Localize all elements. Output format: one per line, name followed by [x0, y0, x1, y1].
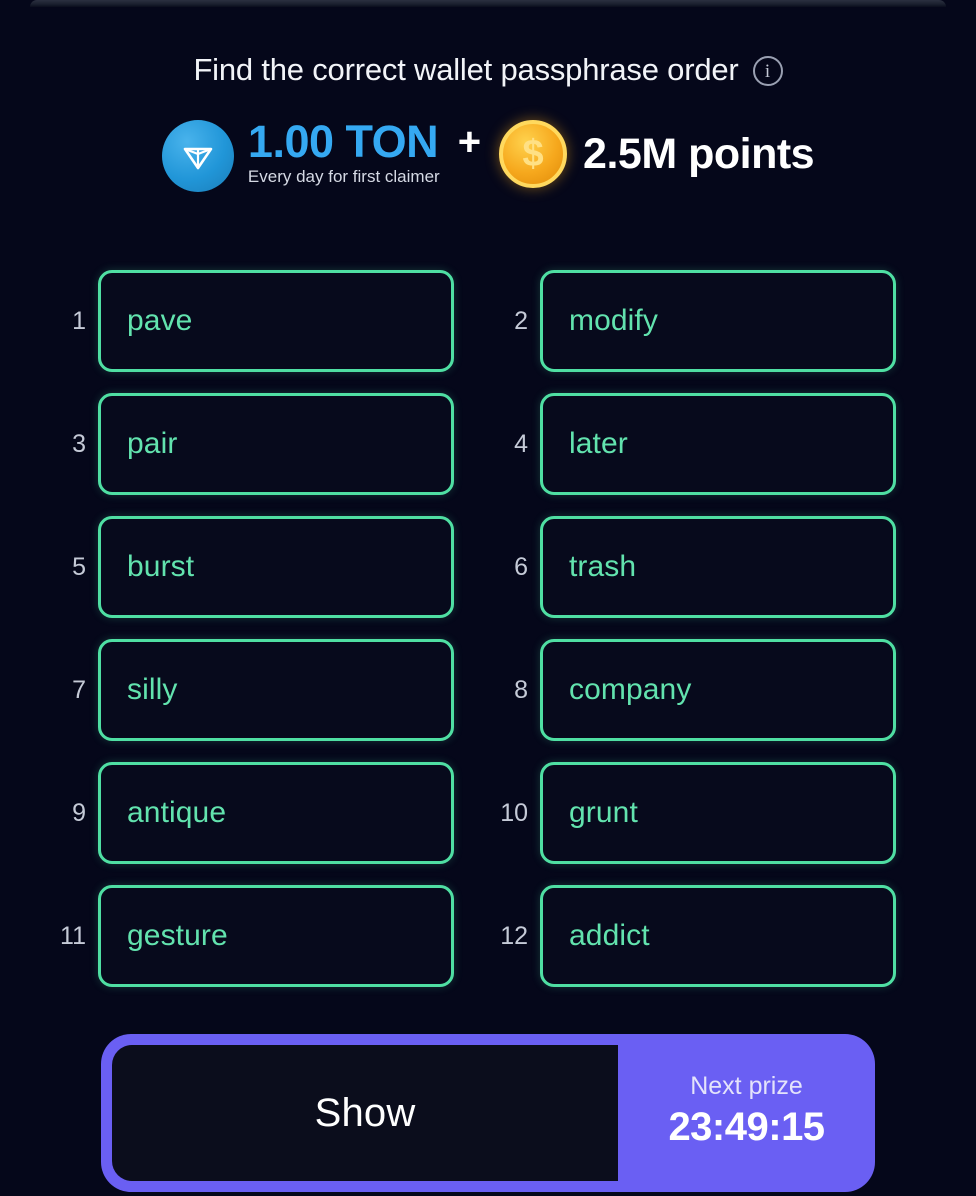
word-label: addict: [569, 919, 650, 952]
word-label: pave: [127, 304, 193, 337]
word-label: pair: [127, 427, 178, 460]
plus-separator: +: [457, 120, 482, 164]
word-tile[interactable]: company: [540, 639, 896, 741]
show-button[interactable]: Show: [112, 1045, 618, 1181]
word-index: 9: [72, 798, 86, 827]
word-tile[interactable]: later: [540, 393, 896, 495]
next-prize-label: Next prize: [690, 1072, 803, 1100]
word-index: 7: [72, 675, 86, 704]
ton-amount: 1.00 TON: [247, 116, 439, 167]
word-index: 6: [514, 552, 528, 581]
info-icon-glyph: i: [764, 60, 771, 82]
next-prize-panel[interactable]: Next prize 23:49:15: [618, 1034, 875, 1192]
word-label: silly: [127, 673, 178, 706]
word-tile[interactable]: silly: [98, 639, 454, 741]
word-tile[interactable]: antique: [98, 762, 454, 864]
word-tile[interactable]: pave: [98, 270, 454, 372]
word-label: gesture: [127, 919, 228, 952]
word-tile[interactable]: grunt: [540, 762, 896, 864]
passphrase-word-grid: 1 pave 2 modify 3 pair 4 later 5 burst 6…: [0, 270, 976, 987]
word-tile[interactable]: modify: [540, 270, 896, 372]
word-label: antique: [127, 796, 227, 829]
coin-icon-glyph: $: [522, 133, 544, 175]
word-tile[interactable]: pair: [98, 393, 454, 495]
panel-top-edge: [30, 0, 946, 7]
word-label: modify: [569, 304, 658, 337]
page-title: Find the correct wallet passphrase order: [193, 52, 739, 87]
points-prize-block: $ 2.5M points: [499, 120, 815, 188]
ton-amount-column: 1.00 TON Every day for first claimer: [248, 118, 440, 187]
word-cell: 3 pair: [46, 393, 488, 495]
word-index: 1: [72, 306, 86, 335]
header: Find the correct wallet passphrase order…: [0, 52, 976, 88]
word-cell: 12 addict: [488, 885, 930, 987]
word-index: 3: [72, 429, 86, 458]
prize-summary: 1.00 TON Every day for first claimer + $…: [0, 118, 976, 192]
word-cell: 8 company: [488, 639, 930, 741]
word-cell: 10 grunt: [488, 762, 930, 864]
word-index: 8: [514, 675, 528, 704]
ton-logo-icon: [161, 120, 234, 192]
word-tile[interactable]: gesture: [98, 885, 454, 987]
word-index: 2: [514, 306, 528, 335]
bottom-action-bar: Show Next prize 23:49:15: [101, 1034, 875, 1192]
coin-icon: $: [499, 120, 568, 188]
word-cell: 4 later: [488, 393, 930, 495]
word-cell: 2 modify: [488, 270, 930, 372]
ton-prize-block: 1.00 TON Every day for first claimer: [161, 118, 440, 192]
info-icon[interactable]: i: [752, 56, 783, 86]
word-label: later: [569, 427, 628, 460]
word-tile[interactable]: burst: [98, 516, 454, 618]
word-tile[interactable]: trash: [540, 516, 896, 618]
word-cell: 6 trash: [488, 516, 930, 618]
word-tile[interactable]: addict: [540, 885, 896, 987]
word-cell: 9 antique: [46, 762, 488, 864]
show-button-label: Show: [314, 1090, 416, 1135]
word-index: 12: [500, 921, 528, 950]
word-cell: 7 silly: [46, 639, 488, 741]
next-prize-timer: 23:49:15: [668, 1105, 825, 1149]
word-cell: 1 pave: [46, 270, 488, 372]
passphrase-game-screen: Find the correct wallet passphrase order…: [0, 0, 976, 1196]
word-label: grunt: [569, 796, 638, 829]
word-index: 4: [514, 429, 528, 458]
word-label: company: [569, 673, 692, 706]
word-index: 11: [60, 921, 86, 950]
points-amount: 2.5M points: [583, 129, 815, 178]
word-label: burst: [127, 550, 195, 583]
word-cell: 11 gesture: [46, 885, 488, 987]
ton-subtitle: Every day for first claimer: [247, 167, 440, 187]
word-index: 5: [72, 552, 86, 581]
word-index: 10: [500, 798, 528, 827]
word-label: trash: [569, 550, 637, 583]
word-cell: 5 burst: [46, 516, 488, 618]
